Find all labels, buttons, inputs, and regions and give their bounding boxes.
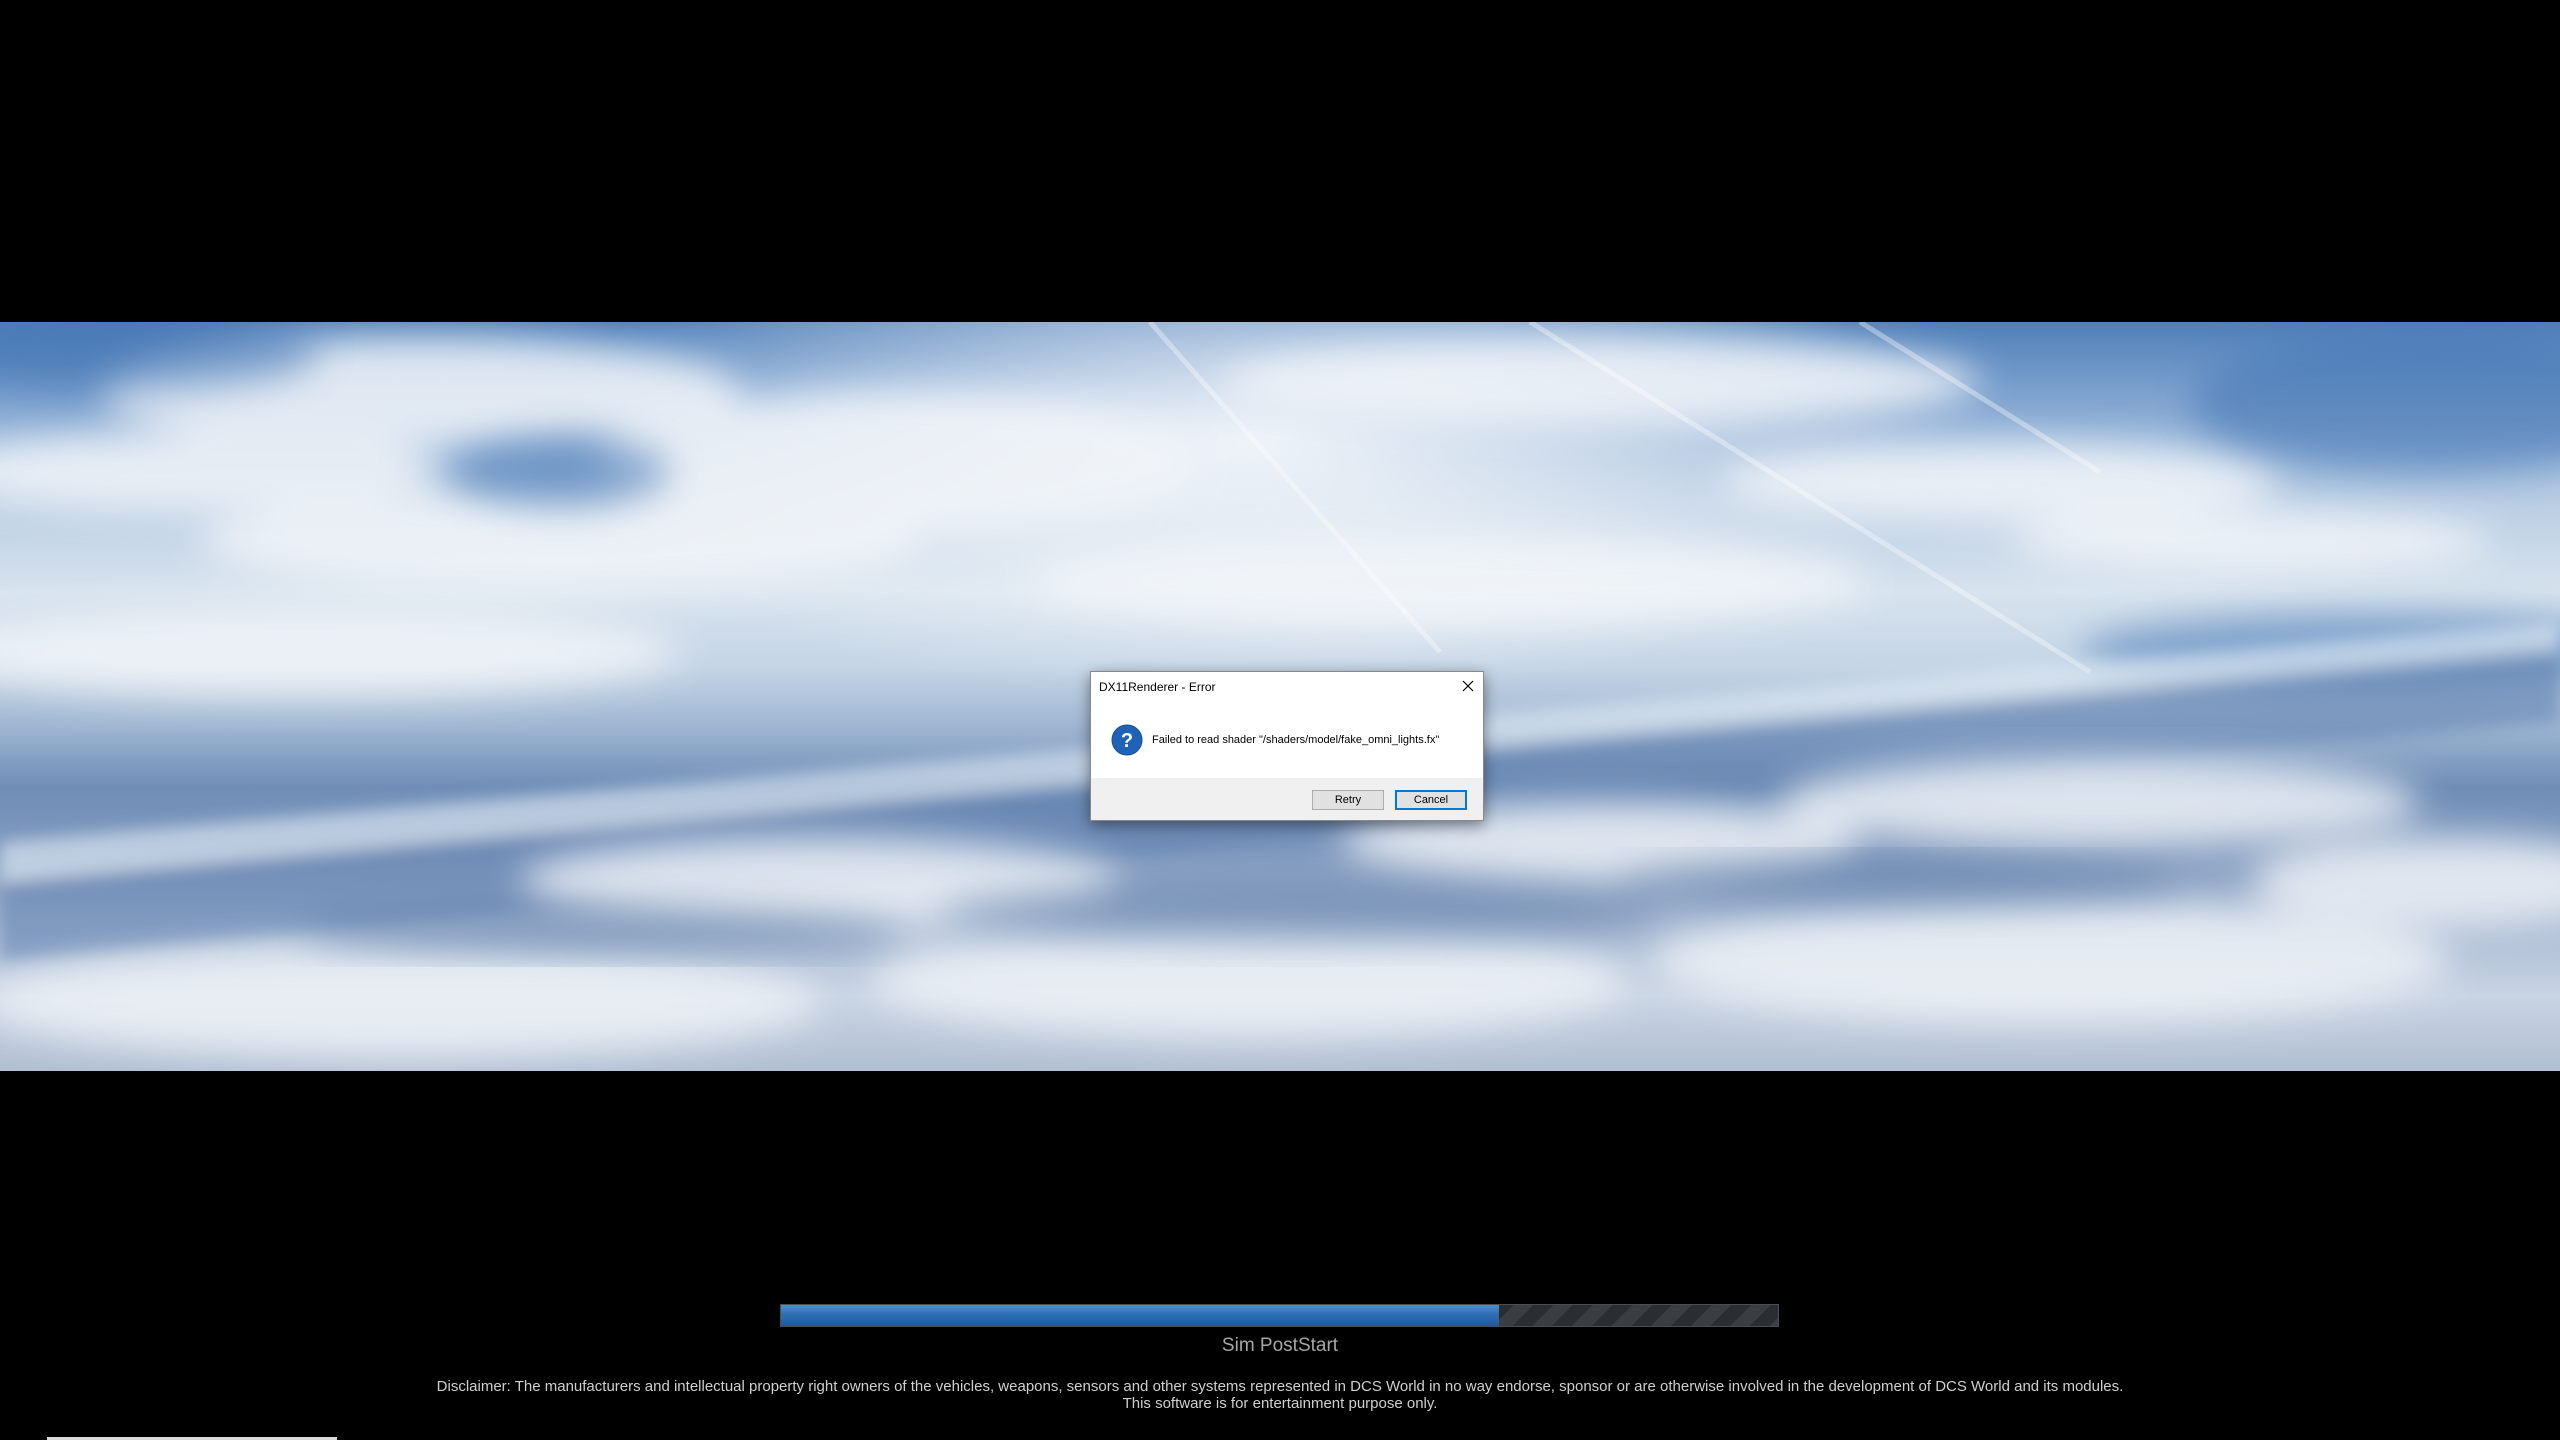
disclaimer-text: Disclaimer: The manufacturers and intell… — [0, 1378, 2560, 1412]
disclaimer-line-1: Disclaimer: The manufacturers and intell… — [436, 1378, 2124, 1395]
loading-status-text: Sim PostStart — [1221, 1335, 1339, 1356]
close-icon[interactable] — [1459, 677, 1477, 695]
loading-progress-fill — [781, 1305, 1499, 1326]
svg-text:?: ? — [1121, 730, 1133, 752]
question-icon: ? — [1111, 724, 1143, 756]
dialog-button-bar: Retry Cancel — [1091, 778, 1483, 820]
disclaimer-line-2: This software is for entertainment purpo… — [1122, 1395, 1438, 1412]
cancel-button[interactable]: Cancel — [1395, 790, 1467, 810]
retry-button[interactable]: Retry — [1312, 790, 1384, 810]
loading-screen: DX11Renderer - Error ? Failed to read sh… — [0, 0, 2560, 1440]
dialog-title: DX11Renderer - Error — [1099, 680, 1216, 694]
loading-progress-bar — [780, 1304, 1779, 1327]
error-dialog: DX11Renderer - Error ? Failed to read sh… — [1090, 671, 1484, 821]
dialog-message: Failed to read shader "/shaders/model/fa… — [1152, 734, 1440, 746]
